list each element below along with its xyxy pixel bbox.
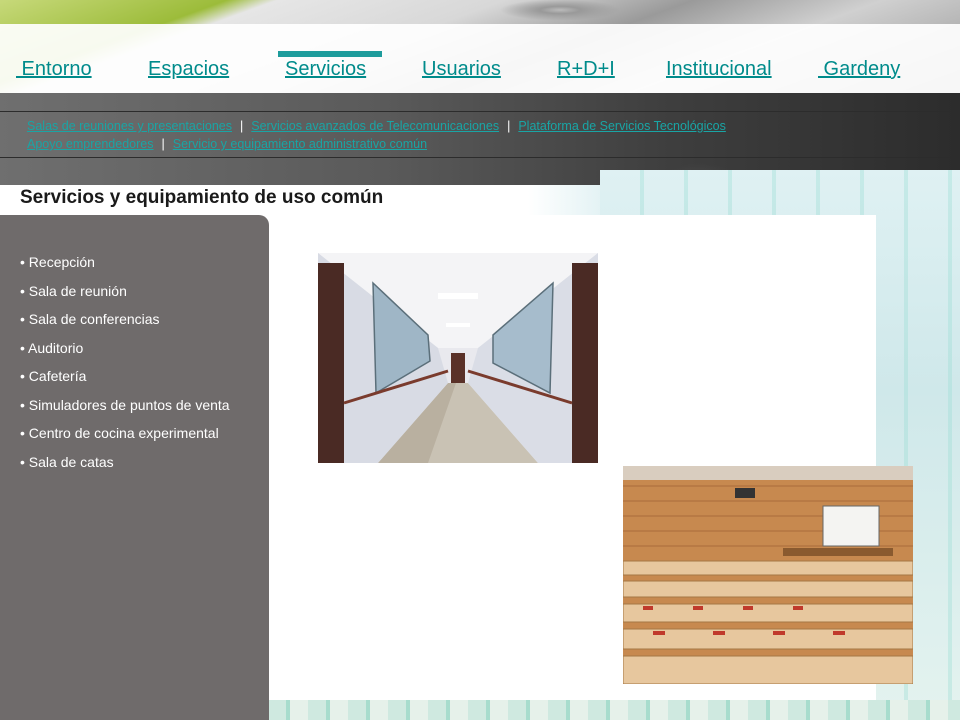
nav-entorno[interactable]: Entorno	[16, 58, 92, 81]
services-sidebar: • Recepción • Sala de reunión • Sala de …	[0, 215, 269, 720]
corridor-photo	[318, 253, 598, 463]
bottom-background-pattern	[268, 700, 960, 720]
service-item-auditorio[interactable]: • Auditorio	[20, 339, 260, 357]
nav-usuarios[interactable]: Usuarios	[422, 58, 501, 81]
subnav-telecomunicaciones[interactable]: Servicios avanzados de Telecomunicacione…	[251, 119, 499, 133]
auditorium-illustration	[623, 466, 913, 684]
page-title: Servicios y equipamiento de uso común	[20, 187, 384, 208]
subnav-apoyo-emprendedores[interactable]: Apoyo emprendedores	[27, 137, 153, 151]
subnav-separator: |	[507, 119, 511, 133]
service-item-simuladores[interactable]: • Simuladores de puntos de venta	[20, 396, 260, 414]
nav-espacios[interactable]: Espacios	[148, 58, 229, 81]
services-list: • Recepción • Sala de reunión • Sala de …	[20, 253, 260, 481]
subnav-equipamiento-administrativo[interactable]: Servicio y equipamiento administrativo c…	[173, 137, 427, 151]
subnav-separator: |	[240, 119, 244, 133]
auditorium-photo	[623, 466, 913, 684]
subnav-separator: |	[161, 137, 165, 151]
service-item-sala-catas[interactable]: • Sala de catas	[20, 453, 260, 471]
nav-gardeny[interactable]: Gardeny	[818, 58, 901, 81]
corridor-illustration	[318, 253, 598, 463]
nav-institucional[interactable]: Institucional	[666, 58, 772, 81]
service-item-recepcion[interactable]: • Recepción	[20, 253, 260, 271]
service-item-sala-reunion[interactable]: • Sala de reunión	[20, 282, 260, 300]
active-tab-indicator	[278, 51, 382, 57]
service-item-cafeteria[interactable]: • Cafetería	[20, 367, 260, 385]
subnav-row-1: Salas de reuniones y presentaciones | Serv…	[27, 119, 726, 133]
sub-navigation: Salas de reuniones y presentaciones | Serv…	[0, 111, 960, 158]
subnav-row-2: Apoyo emprendedores | Servicio y equipamie…	[27, 137, 427, 151]
subnav-salas-reuniones[interactable]: Salas de reuniones y presentaciones	[27, 119, 232, 133]
service-item-sala-conferencias[interactable]: • Sala de conferencias	[20, 310, 260, 328]
service-item-cocina-experimental[interactable]: • Centro de cocina experimental	[20, 424, 260, 442]
nav-rdi[interactable]: R+D+I	[557, 58, 615, 81]
subnav-plataforma-tecnologicos[interactable]: Plataforma de Servicios Tecnológicos	[518, 119, 726, 133]
main-navigation: Entorno Espacios Servicios Usuarios R+D+…	[0, 48, 960, 88]
nav-servicios[interactable]: Servicios	[285, 58, 366, 81]
